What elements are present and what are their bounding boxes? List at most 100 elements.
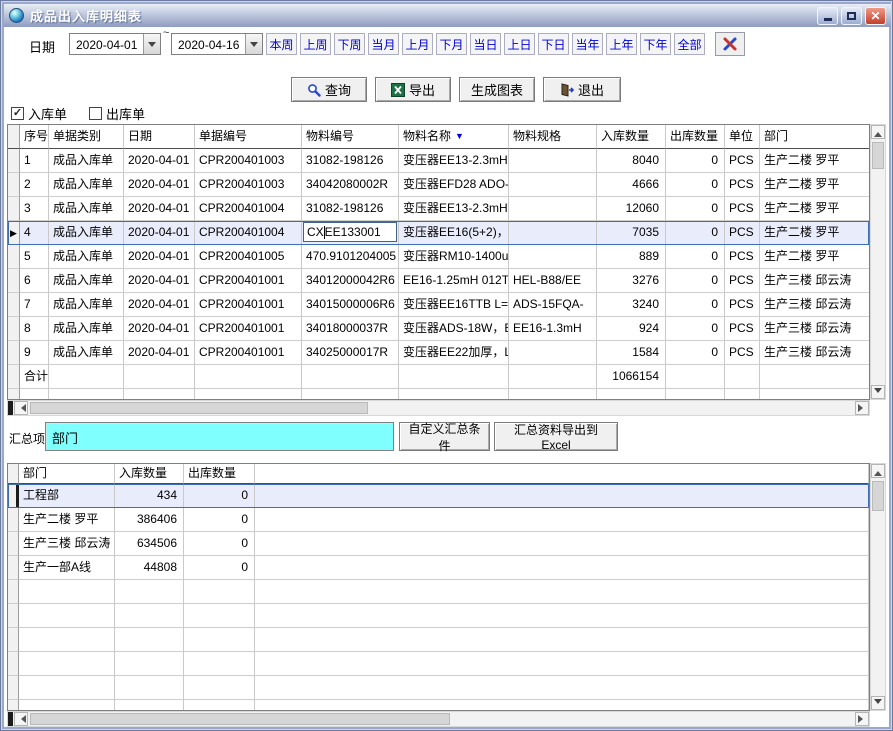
summary-row[interactable]: 生产一部A线448080 — [8, 556, 869, 580]
scroll-down-button[interactable] — [871, 385, 885, 399]
table-row[interactable]: 6成品入库单2020-04-01CPR20040100134012000042R… — [8, 269, 869, 293]
table-cell[interactable]: 生产二楼 罗平 — [760, 245, 870, 269]
chevron-down-icon[interactable] — [143, 34, 160, 54]
table-cell[interactable]: 2 — [20, 173, 49, 197]
generate-chart-button[interactable]: 生成图表 — [459, 77, 535, 102]
table-cell[interactable]: 变压器ADS-18W，EE — [399, 317, 509, 341]
summary-row[interactable]: 工程部4340 — [8, 484, 869, 508]
summary-cell[interactable]: 0 — [184, 484, 255, 508]
scroll-up-button[interactable] — [871, 464, 885, 478]
summary-cell[interactable]: 0 — [184, 508, 255, 532]
table-cell[interactable]: CPR200401004 — [195, 221, 302, 245]
summary-cell[interactable]: 434 — [115, 484, 184, 508]
table-cell[interactable]: PCS — [725, 293, 760, 317]
table-cell[interactable]: 生产二楼 罗平 — [760, 197, 870, 221]
table-cell[interactable]: 成品入库单 — [49, 173, 124, 197]
vscroll-thumb[interactable] — [872, 481, 884, 511]
table-cell[interactable]: 34015000006R6 — [302, 293, 399, 317]
custom-summary-button[interactable]: 自定义汇总条件 — [399, 422, 490, 451]
table-row[interactable]: 5成品入库单2020-04-01CPR200401005470.91012040… — [8, 245, 869, 269]
quick-link-2[interactable]: 上周 — [300, 33, 331, 55]
summary-table-hscrollbar[interactable] — [7, 711, 870, 727]
table-row[interactable]: 3成品入库单2020-04-01CPR20040100431082-198126… — [8, 197, 869, 221]
table-cell[interactable]: 0 — [666, 221, 725, 245]
chevron-down-icon[interactable] — [245, 34, 262, 54]
table-cell[interactable]: 2020-04-01 — [124, 197, 195, 221]
table-row[interactable]: ▶4成品入库单2020-04-01CPR200401004CXEE133001变… — [8, 221, 869, 245]
table-cell[interactable]: 2020-04-01 — [124, 245, 195, 269]
table-cell[interactable]: 生产二楼 罗平 — [760, 149, 870, 173]
table-cell[interactable]: 0 — [666, 317, 725, 341]
export-button[interactable]: 导出 — [375, 77, 451, 102]
table-cell[interactable]: PCS — [725, 341, 760, 365]
summary-row[interactable]: 生产二楼 罗平3864060 — [8, 508, 869, 532]
scroll-right-button[interactable] — [855, 712, 869, 726]
table-cell[interactable]: PCS — [725, 221, 760, 245]
table-cell[interactable]: 生产三楼 邱云涛 — [760, 317, 870, 341]
table-cell[interactable]: 1 — [20, 149, 49, 173]
table-cell[interactable]: 2020-04-01 — [124, 317, 195, 341]
table-cell[interactable]: CXEE133001 — [302, 221, 399, 245]
table-cell[interactable]: 变压器EFD28 ADO-42 — [399, 173, 509, 197]
maximize-button[interactable] — [841, 7, 862, 25]
table-cell[interactable]: 34025000017R — [302, 341, 399, 365]
column-header[interactable]: 入库数量 — [115, 464, 184, 484]
table-cell[interactable] — [509, 245, 597, 269]
quick-link-10[interactable]: 当年 — [572, 33, 603, 55]
table-cell[interactable]: CPR200401001 — [195, 269, 302, 293]
table-cell[interactable]: 生产三楼 邱云涛 — [760, 269, 870, 293]
table-cell[interactable]: PCS — [725, 317, 760, 341]
table-cell[interactable]: PCS — [725, 173, 760, 197]
table-cell[interactable]: 成品入库单 — [49, 317, 124, 341]
summary-row[interactable]: 生产三楼 邱云涛6345060 — [8, 532, 869, 556]
splitter-handle[interactable] — [8, 712, 13, 726]
table-cell[interactable]: 470.9101204005 — [302, 245, 399, 269]
table-cell[interactable]: 变压器EE13-2.3mH， — [399, 197, 509, 221]
table-cell[interactable]: 3 — [20, 197, 49, 221]
table-cell[interactable]: 0 — [666, 197, 725, 221]
table-cell[interactable]: 成品入库单 — [49, 293, 124, 317]
query-button[interactable]: 查询 — [291, 77, 367, 102]
table-cell[interactable]: 变压器EE22加厚，L-1 — [399, 341, 509, 365]
table-cell[interactable] — [509, 149, 597, 173]
column-header[interactable]: 部门 — [19, 464, 115, 484]
summary-cell[interactable]: 生产三楼 邱云涛 — [19, 532, 115, 556]
summary-field-input[interactable]: 部门 — [45, 422, 394, 451]
vscroll-thumb[interactable] — [872, 142, 884, 169]
table-cell[interactable]: 成品入库单 — [49, 245, 124, 269]
table-cell[interactable]: 2020-04-01 — [124, 173, 195, 197]
table-cell[interactable]: 2020-04-01 — [124, 341, 195, 365]
detail-table-vscrollbar[interactable] — [870, 124, 886, 400]
column-header[interactable]: 物料编号 — [302, 125, 399, 149]
table-cell[interactable]: 成品入库单 — [49, 149, 124, 173]
column-header[interactable]: 物料规格 — [509, 125, 597, 149]
table-cell[interactable]: 2020-04-01 — [124, 269, 195, 293]
table-cell[interactable]: 34042080002R — [302, 173, 399, 197]
table-cell[interactable]: 2020-04-01 — [124, 293, 195, 317]
table-cell[interactable]: 生产三楼 邱云涛 — [760, 341, 870, 365]
summary-cell[interactable]: 0 — [184, 556, 255, 580]
table-cell[interactable]: CPR200401004 — [195, 197, 302, 221]
table-cell[interactable]: 0 — [666, 293, 725, 317]
quick-link-3[interactable]: 下周 — [334, 33, 365, 55]
table-cell[interactable]: 2020-04-01 — [124, 221, 195, 245]
summary-cell[interactable]: 386406 — [115, 508, 184, 532]
inbound-checkbox[interactable]: ✓ — [11, 107, 24, 120]
tools-button[interactable] — [715, 32, 745, 56]
table-cell[interactable]: 变压器EE13-2.3mH， — [399, 149, 509, 173]
table-cell[interactable]: 12060 — [597, 197, 666, 221]
hscroll-thumb[interactable] — [30, 402, 368, 414]
column-header[interactable]: 单据编号 — [195, 125, 302, 149]
table-cell[interactable]: 变压器EE16TTB L=1.6 — [399, 293, 509, 317]
table-cell[interactable]: 924 — [597, 317, 666, 341]
hscroll-thumb[interactable] — [30, 713, 450, 725]
summary-cell[interactable]: 生产一部A线 — [19, 556, 115, 580]
table-cell[interactable]: 8040 — [597, 149, 666, 173]
table-cell[interactable]: 成品入库单 — [49, 197, 124, 221]
date-to-select[interactable]: 2020-04-16 — [171, 33, 263, 55]
column-header[interactable]: 单位 — [725, 125, 760, 149]
table-cell[interactable] — [509, 221, 597, 245]
table-cell[interactable]: 3276 — [597, 269, 666, 293]
table-cell[interactable]: 34018000037R — [302, 317, 399, 341]
detail-table-hscrollbar[interactable] — [7, 400, 870, 416]
